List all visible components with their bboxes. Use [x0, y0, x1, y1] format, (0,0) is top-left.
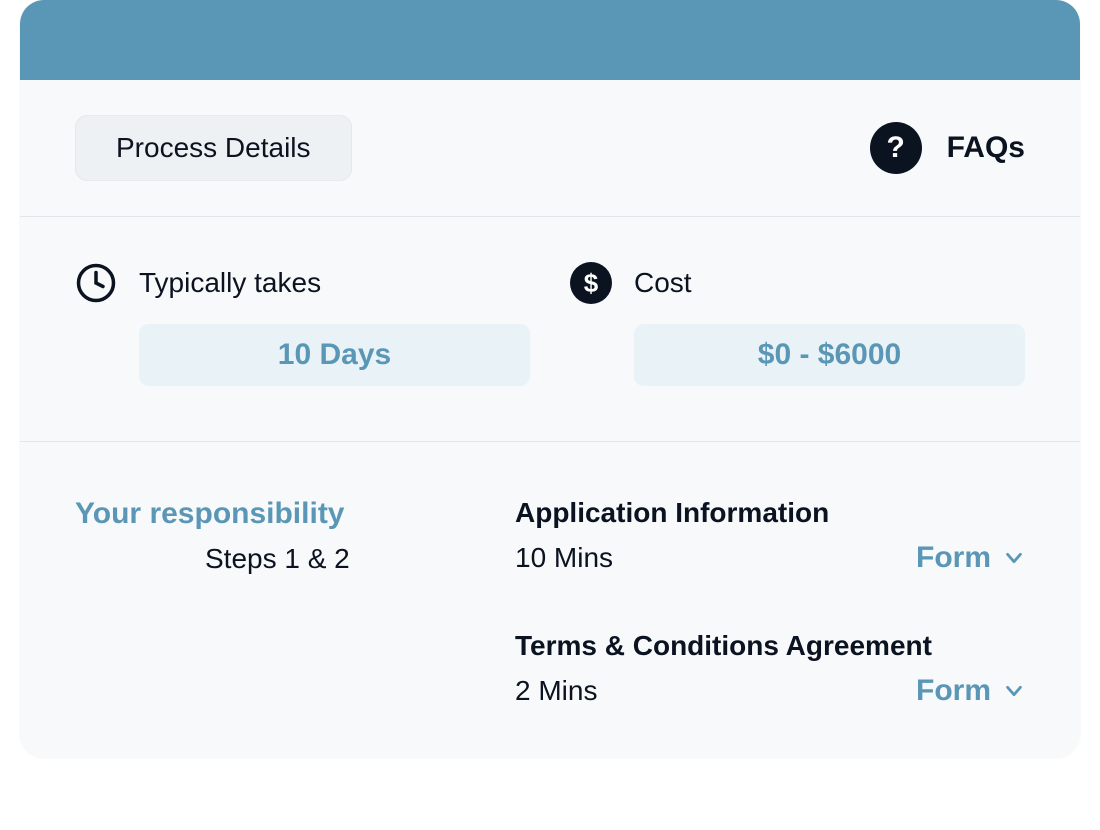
- clock-icon: [75, 262, 117, 304]
- summary-cost-value: $0 - $6000: [634, 324, 1025, 386]
- summary-row: Typically takes 10 Days $ Cost $0 - $600…: [20, 217, 1080, 442]
- responsibility-subtitle: Steps 1 & 2: [205, 543, 475, 575]
- step-form-label: Form: [916, 674, 991, 708]
- step-item: Application Information 10 Mins Form: [515, 497, 1025, 575]
- summary-time-block: Typically takes 10 Days: [75, 262, 530, 386]
- question-icon: ?: [870, 122, 922, 174]
- tab-process-details[interactable]: Process Details: [75, 115, 352, 181]
- tab-process-details-label: Process Details: [116, 132, 311, 163]
- process-card: Process Details ? FAQs Typically takes 1…: [20, 0, 1080, 758]
- tab-faqs-label: FAQs: [947, 131, 1025, 165]
- chevron-down-icon: [1003, 547, 1025, 569]
- step-title: Terms & Conditions Agreement: [515, 630, 1025, 662]
- summary-cost-head: $ Cost: [570, 262, 1025, 304]
- step-form-toggle[interactable]: Form: [916, 541, 1025, 575]
- summary-time-value: 10 Days: [139, 324, 530, 386]
- step-title: Application Information: [515, 497, 1025, 529]
- chevron-down-icon: [1003, 680, 1025, 702]
- step-time: 2 Mins: [515, 675, 597, 707]
- step-item: Terms & Conditions Agreement 2 Mins Form: [515, 630, 1025, 708]
- summary-cost-label: Cost: [634, 267, 692, 299]
- steps-list: Application Information 10 Mins Form Ter…: [515, 497, 1025, 708]
- tabs-row: Process Details ? FAQs: [20, 80, 1080, 217]
- responsibility-col: Your responsibility Steps 1 & 2: [75, 497, 475, 708]
- step-time: 10 Mins: [515, 542, 613, 574]
- step-form-toggle[interactable]: Form: [916, 674, 1025, 708]
- steps-section: Your responsibility Steps 1 & 2 Applicat…: [20, 442, 1080, 758]
- responsibility-title: Your responsibility: [75, 497, 475, 531]
- tab-faqs[interactable]: ? FAQs: [870, 122, 1025, 174]
- dollar-icon: $: [570, 262, 612, 304]
- summary-time-head: Typically takes: [75, 262, 530, 304]
- summary-cost-block: $ Cost $0 - $6000: [570, 262, 1025, 386]
- step-meta: 10 Mins Form: [515, 541, 1025, 575]
- header-accent-band: [20, 0, 1080, 80]
- step-form-label: Form: [916, 541, 991, 575]
- step-meta: 2 Mins Form: [515, 674, 1025, 708]
- summary-time-label: Typically takes: [139, 267, 321, 299]
